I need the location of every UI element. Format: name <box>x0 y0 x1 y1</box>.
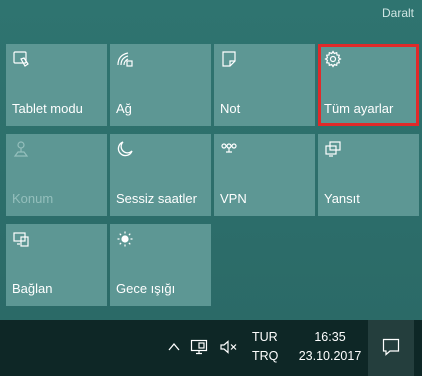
tile-note[interactable]: Not <box>214 44 315 126</box>
tile-all-settings[interactable]: Tüm ayarlar <box>318 44 419 126</box>
tile-network[interactable]: Ağ <box>110 44 211 126</box>
connect-icon <box>12 230 30 248</box>
tile-label: Sessiz saatler <box>116 191 197 206</box>
location-icon <box>12 140 30 158</box>
clock[interactable]: 16:35 23.10.2017 <box>295 328 365 366</box>
language-primary: TUR <box>252 330 278 344</box>
tile-quiet-hours[interactable]: Sessiz saatler <box>110 134 211 216</box>
tile-label: VPN <box>220 191 247 206</box>
note-icon <box>220 50 238 68</box>
network-icon <box>116 50 134 68</box>
tile-label: Yansıt <box>324 191 360 206</box>
clock-time: 16:35 <box>314 330 346 344</box>
tile-vpn[interactable]: VPN <box>214 134 315 216</box>
tile-label: Not <box>220 101 241 116</box>
tablet-mode-icon <box>12 50 30 68</box>
taskbar: TUR TRQ 16:35 23.10.2017 <box>0 320 422 376</box>
tile-label: Gece ışığı <box>116 281 176 296</box>
tile-label: Tablet modu <box>12 101 83 116</box>
project-icon <box>324 140 342 158</box>
tile-location[interactable]: Konum <box>6 134 107 216</box>
tile-label: Tüm ayarlar <box>324 101 394 116</box>
tile-night-light[interactable]: Gece ışığı <box>110 224 211 306</box>
gear-icon <box>324 50 342 68</box>
volume-muted-icon[interactable] <box>219 339 239 355</box>
action-center-panel: Daralt Tablet modu Ağ Not Tüm ayarlar Ko… <box>0 0 422 320</box>
clock-date: 23.10.2017 <box>298 349 362 363</box>
brightness-icon <box>116 230 134 248</box>
vpn-icon <box>220 140 238 158</box>
chevron-up-icon[interactable] <box>167 340 181 354</box>
language-indicator[interactable]: TUR TRQ <box>252 328 278 366</box>
tile-connect[interactable]: Bağlan <box>6 224 107 306</box>
tile-project[interactable]: Yansıt <box>318 134 419 216</box>
language-secondary: TRQ <box>252 349 279 363</box>
tile-tablet-mode[interactable]: Tablet modu <box>6 44 107 126</box>
notification-icon <box>382 338 400 356</box>
collapse-link[interactable]: Daralt <box>382 6 414 20</box>
network-tray-icon[interactable] <box>190 339 208 355</box>
action-center-button[interactable] <box>368 320 414 376</box>
moon-icon <box>116 140 134 158</box>
tile-label: Konum <box>12 191 54 206</box>
tile-label: Ağ <box>116 101 132 116</box>
tile-label: Bağlan <box>12 281 53 296</box>
